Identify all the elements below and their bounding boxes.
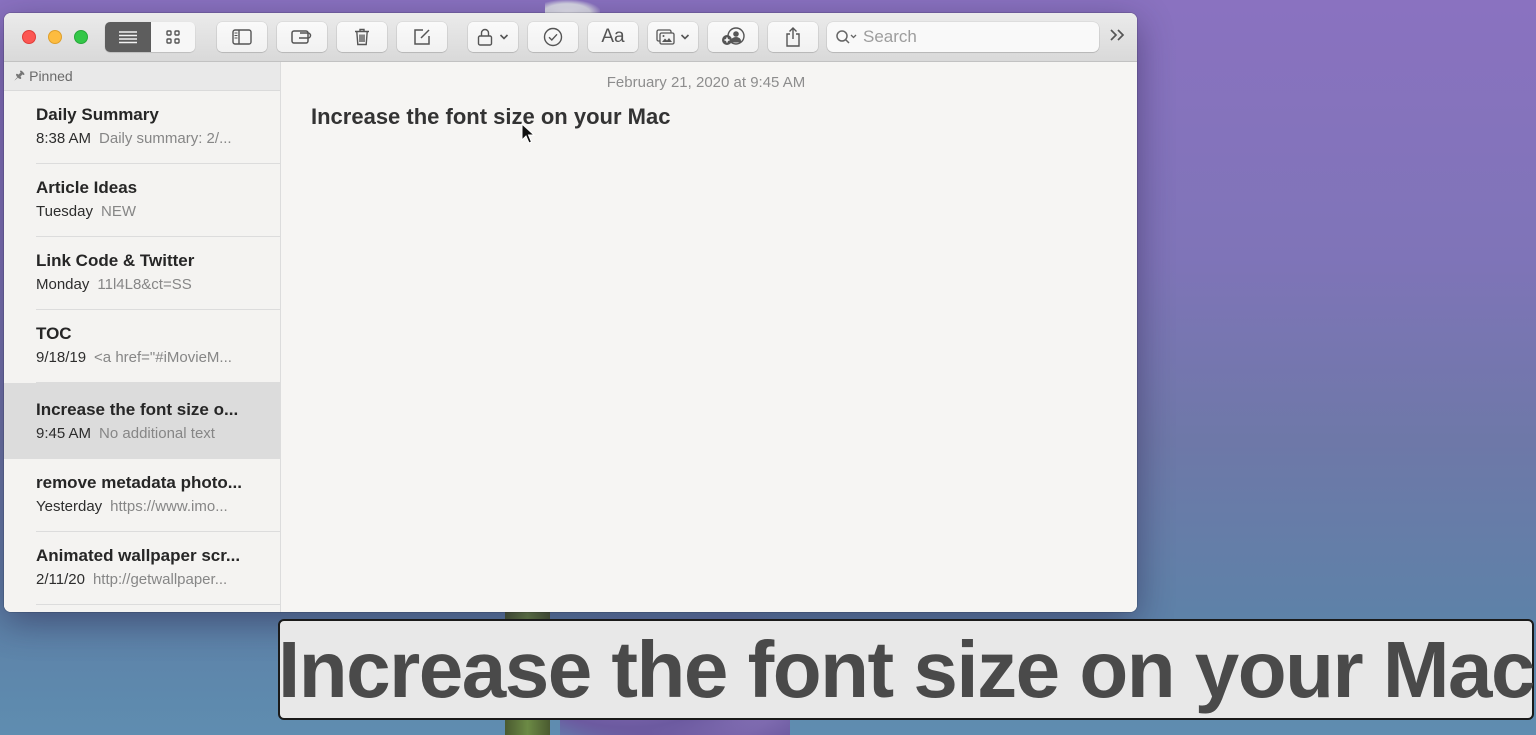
note-title: remove metadata photo... bbox=[36, 473, 242, 492]
format-button[interactable]: Aa bbox=[588, 22, 638, 52]
wallpaper-flower-top bbox=[545, 0, 600, 13]
format-label: Aa bbox=[601, 26, 625, 47]
note-title: Increase the font size o... bbox=[36, 400, 239, 419]
maximize-button[interactable] bbox=[74, 30, 88, 44]
note-date: Tuesday bbox=[36, 203, 93, 220]
note-preview: 11l4L8&ct=SS bbox=[97, 276, 192, 293]
note-date: 8:38 AM bbox=[36, 130, 92, 147]
note-date: 9:45 AM bbox=[36, 425, 92, 442]
gallery-view-icon bbox=[166, 30, 180, 44]
lock-icon bbox=[477, 28, 493, 46]
new-note-button[interactable] bbox=[397, 22, 447, 52]
chevron-down-icon bbox=[680, 34, 690, 40]
view-mode-segmented-control bbox=[105, 22, 195, 52]
add-people-button[interactable] bbox=[708, 22, 758, 52]
pin-icon: 🖈︎ bbox=[14, 67, 26, 82]
video-caption-banner: Increase the font size on your Mac bbox=[278, 619, 1536, 720]
share-button[interactable] bbox=[768, 22, 818, 52]
checklist-button[interactable] bbox=[528, 22, 578, 52]
note-date: 9/18/19 bbox=[36, 349, 87, 366]
note-list-item[interactable]: TOC 9/18/19 <a href="#iMovieM... bbox=[4, 310, 280, 383]
note-list-item[interactable]: remove metadata photo... Yesterday https:… bbox=[4, 459, 280, 532]
toggle-sidebar-button[interactable] bbox=[217, 22, 267, 52]
note-date: Yesterday bbox=[36, 498, 103, 515]
toolbar: Aa bbox=[4, 13, 1137, 62]
close-button[interactable] bbox=[22, 30, 36, 44]
add-people-icon bbox=[722, 27, 745, 45]
chevron-down-icon bbox=[499, 34, 509, 40]
caption-text: Increase the font size on your Mac bbox=[278, 624, 1536, 714]
compose-icon bbox=[414, 29, 430, 45]
attachment-browser-icon bbox=[291, 30, 312, 44]
toolbar-overflow-button[interactable] bbox=[1109, 27, 1131, 47]
photo-icon bbox=[656, 29, 675, 45]
list-view-button[interactable] bbox=[105, 22, 151, 52]
trash-icon bbox=[355, 28, 369, 46]
note-title: Daily Summary bbox=[36, 105, 159, 124]
note-list-item[interactable]: Animated wallpaper scr... 2/11/20 http://… bbox=[4, 532, 280, 605]
minimize-button[interactable] bbox=[48, 30, 62, 44]
note-timestamp: February 21, 2020 at 9:45 AM bbox=[606, 74, 806, 91]
checklist-icon bbox=[543, 27, 563, 47]
note-body-title[interactable]: Increase the font size on your Mac bbox=[311, 104, 670, 130]
list-view-icon bbox=[119, 31, 137, 44]
search-field[interactable] bbox=[827, 22, 1099, 52]
media-menu-button[interactable] bbox=[648, 22, 698, 52]
note-title: Link Code & Twitter bbox=[36, 251, 195, 270]
gallery-view-button[interactable] bbox=[151, 22, 195, 52]
double-chevron-right-icon bbox=[1110, 29, 1125, 41]
note-preview: http://getwallpaper... bbox=[92, 571, 228, 588]
lock-menu-button[interactable] bbox=[468, 22, 518, 52]
note-preview: NEW bbox=[100, 203, 136, 220]
search-icon bbox=[836, 30, 857, 44]
share-icon bbox=[786, 27, 800, 47]
delete-button[interactable] bbox=[337, 22, 387, 52]
note-list-item[interactable]: Link Code & Twitter Monday 11l4L8&ct=SS bbox=[4, 237, 280, 310]
attachments-button[interactable] bbox=[277, 22, 327, 52]
search-input[interactable] bbox=[863, 27, 1083, 47]
note-preview: No additional text bbox=[99, 425, 215, 442]
pinned-label: Pinned bbox=[29, 68, 73, 84]
notes-list-sidebar: 🖈︎ Pinned Daily Summary 8:38 AM Daily sum… bbox=[4, 62, 281, 612]
note-list-item[interactable]: Article Ideas Tuesday NEW bbox=[4, 164, 280, 237]
note-list-item[interactable]: Daily Summary 8:38 AM Daily summary: 2/..… bbox=[4, 91, 280, 164]
note-date: Monday bbox=[36, 276, 90, 293]
note-preview: https://www.imo... bbox=[110, 498, 228, 515]
pinned-section-header: 🖈︎ Pinned bbox=[4, 62, 280, 91]
note-title: Article Ideas bbox=[36, 178, 138, 197]
note-list-item-selected[interactable]: Increase the font size o... 9:45 AM No ad… bbox=[4, 383, 280, 459]
note-date: 2/11/20 bbox=[36, 571, 85, 588]
notes-window: Aa 🖈︎ Pinned Daily Summary 8:38 AMDaily … bbox=[4, 13, 1137, 612]
mouse-pointer-icon bbox=[521, 123, 535, 144]
note-preview: <a href="#iMovieM... bbox=[94, 349, 232, 366]
note-editor[interactable]: February 21, 2020 at 9:45 AM Increase th… bbox=[281, 62, 1137, 612]
note-preview: Daily summary: 2/... bbox=[99, 130, 232, 147]
note-title: Animated wallpaper scr... bbox=[36, 546, 241, 565]
sidebar-icon bbox=[232, 29, 252, 45]
note-title: TOC bbox=[36, 324, 72, 343]
